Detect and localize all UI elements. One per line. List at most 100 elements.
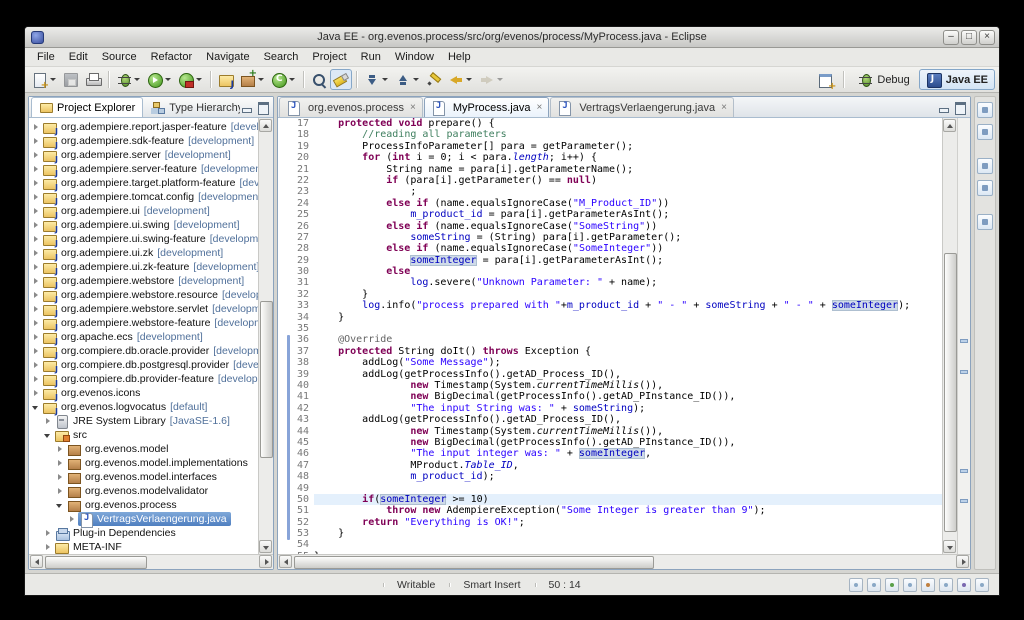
maximize-button[interactable]	[961, 30, 977, 45]
expand-arrow-icon[interactable]	[31, 374, 42, 385]
tree-item[interactable]: org.evenos.model.implementations	[29, 456, 258, 470]
expand-arrow-icon[interactable]	[67, 514, 78, 525]
code-line[interactable]: 24 else if (name.equalsIgnoreCase("M_Pro…	[278, 198, 942, 209]
tree-item[interactable]: org.adempiere.ui[development]	[29, 204, 258, 218]
scroll-left-icon[interactable]	[30, 555, 43, 568]
tree-item[interactable]: org.evenos.process	[29, 498, 258, 512]
line-number[interactable]: 34	[288, 312, 314, 323]
line-number[interactable]: 41	[288, 391, 314, 402]
code-line[interactable]: 36 @Override	[278, 334, 942, 345]
line-number[interactable]: 51	[288, 505, 314, 516]
expand-arrow-icon[interactable]	[55, 472, 66, 483]
occurrence-marker[interactable]	[960, 469, 968, 473]
line-number[interactable]: 17	[288, 118, 314, 129]
print-button[interactable]	[82, 69, 104, 90]
menu-refactor[interactable]: Refactor	[144, 49, 200, 65]
code-line[interactable]: 41 new BigDecimal(getProcessInfo().getAD…	[278, 391, 942, 402]
expand-arrow-icon[interactable]	[31, 332, 42, 343]
line-number[interactable]: 53	[288, 528, 314, 539]
code-line[interactable]: 53 }	[278, 528, 942, 539]
line-number[interactable]: 31	[288, 277, 314, 288]
dropdown-caret-icon[interactable]	[381, 70, 389, 89]
tab-type-hierarchy[interactable]: Type Hierarchy	[143, 97, 240, 117]
line-number[interactable]: 54	[288, 539, 314, 550]
editor-tab-myprocess-java[interactable]: MyProcess.java	[424, 97, 549, 117]
minimized-view-3-icon[interactable]	[977, 214, 993, 230]
line-number[interactable]: 40	[288, 380, 314, 391]
line-number[interactable]: 50	[288, 494, 314, 505]
tree-item[interactable]: org.adempiere.webstore.resource[developm…	[29, 288, 258, 302]
code-line[interactable]: 26 else if (name.equalsIgnoreCase("SomeS…	[278, 221, 942, 232]
dropdown-caret-icon[interactable]	[412, 70, 420, 89]
tree-item[interactable]: VertragsVerlaengerung.java	[29, 512, 258, 526]
code-line[interactable]: 40 new Timestamp(System.currentTimeMilli…	[278, 380, 942, 391]
line-number[interactable]: 43	[288, 414, 314, 425]
expand-arrow-icon[interactable]	[31, 318, 42, 329]
tree-item[interactable]: org.adempiere.target.platform-feature[de…	[29, 176, 258, 190]
outline-view-icon[interactable]	[977, 124, 993, 140]
tree-item[interactable]: org.adempiere.ui.swing-feature[developme…	[29, 232, 258, 246]
code-line[interactable]: 54	[278, 539, 942, 550]
code-line[interactable]: 25 m_product_id = para[i].getParameterAs…	[278, 209, 942, 220]
line-number[interactable]: 26	[288, 221, 314, 232]
minimize-editor-icon[interactable]	[937, 101, 950, 113]
expand-arrow-icon[interactable]	[31, 262, 42, 273]
external-tools-button[interactable]	[175, 69, 206, 90]
scroll-down-icon[interactable]	[943, 540, 956, 553]
tree-item[interactable]: org.adempiere.server[development]	[29, 148, 258, 162]
tree-item[interactable]: org.adempiere.report.jasper-feature[deve…	[29, 120, 258, 134]
code-line[interactable]: 46 "The input integer was: " + someInteg…	[278, 448, 942, 459]
code-line[interactable]: 38 addLog("Some Message");	[278, 357, 942, 368]
code-editor[interactable]: 17 protected void prepare() {18 //readin…	[278, 118, 942, 554]
tree-item[interactable]: org.adempiere.webstore.servlet[developme…	[29, 302, 258, 316]
expand-arrow-icon[interactable]	[43, 416, 54, 427]
expand-arrow-icon[interactable]	[31, 178, 42, 189]
code-line[interactable]: 49	[278, 483, 942, 494]
tree-item[interactable]: org.evenos.model	[29, 442, 258, 456]
expand-arrow-icon[interactable]	[31, 206, 42, 217]
tree-item[interactable]: org.evenos.model.interfaces	[29, 470, 258, 484]
tree-item[interactable]: src	[29, 428, 258, 442]
tree-item[interactable]: org.compiere.db.provider-feature[develop…	[29, 372, 258, 386]
next-annotation-button[interactable]	[361, 69, 392, 90]
status-icon-7[interactable]	[957, 578, 971, 592]
tree-item[interactable]: org.adempiere.webstore-feature[developme…	[29, 316, 258, 330]
menu-file[interactable]: File	[30, 49, 62, 65]
collapse-arrow-icon[interactable]	[31, 402, 42, 413]
status-icon-6[interactable]	[939, 578, 953, 592]
line-number[interactable]: 52	[288, 517, 314, 528]
expand-arrow-icon[interactable]	[31, 248, 42, 259]
code-line[interactable]: 33 log.info("process prepared with "+m_p…	[278, 300, 942, 311]
line-number[interactable]: 18	[288, 129, 314, 140]
tree-item[interactable]: org.adempiere.ui.swing[development]	[29, 218, 258, 232]
close-button[interactable]	[979, 30, 995, 45]
line-number[interactable]: 47	[288, 460, 314, 471]
status-icon-3[interactable]	[885, 578, 899, 592]
menu-navigate[interactable]: Navigate	[199, 49, 256, 65]
collapse-arrow-icon[interactable]	[43, 430, 54, 441]
scroll-right-icon[interactable]	[259, 555, 272, 568]
line-number[interactable]: 30	[288, 266, 314, 277]
status-icon-8[interactable]	[975, 578, 989, 592]
line-number[interactable]: 42	[288, 403, 314, 414]
line-number[interactable]: 22	[288, 175, 314, 186]
code-line[interactable]: 39 addLog(getProcessInfo().getAD_Process…	[278, 369, 942, 380]
line-number[interactable]: 27	[288, 232, 314, 243]
scrollbar-thumb[interactable]	[944, 253, 957, 532]
explorer-vertical-scrollbar[interactable]	[258, 118, 273, 554]
tree-item[interactable]: org.adempiere.server-feature[development…	[29, 162, 258, 176]
tree-item[interactable]: org.adempiere.sdk-feature[development]	[29, 134, 258, 148]
minimized-view-2-icon[interactable]	[977, 180, 993, 196]
code-line[interactable]: 48 m_product_id);	[278, 471, 942, 482]
tree-item[interactable]: org.adempiere.ui.zk[development]	[29, 246, 258, 260]
code-line[interactable]: 32 }	[278, 289, 942, 300]
search-button[interactable]	[308, 69, 330, 90]
expand-arrow-icon[interactable]	[31, 388, 42, 399]
dropdown-caret-icon[interactable]	[195, 70, 203, 89]
expand-arrow-icon[interactable]	[31, 220, 42, 231]
mark-occurrences-button[interactable]	[330, 69, 352, 90]
tree-item[interactable]: org.evenos.logvocatus[default]	[29, 400, 258, 414]
expand-arrow-icon[interactable]	[43, 528, 54, 539]
title-bar[interactable]: Java EE - org.evenos.process/src/org/eve…	[25, 27, 999, 48]
code-line[interactable]: 23 ;	[278, 186, 942, 197]
